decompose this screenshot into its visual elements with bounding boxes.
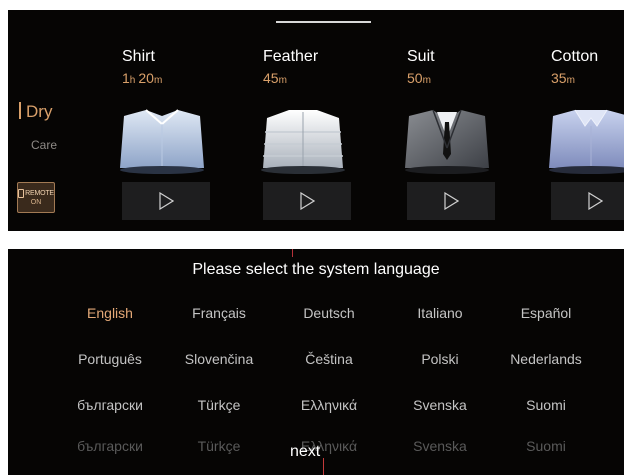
program-time: 45m bbox=[263, 70, 287, 86]
unit-hours: h bbox=[129, 75, 136, 86]
language-option-italiano[interactable]: Italiano bbox=[380, 305, 500, 321]
unit-minutes: m bbox=[153, 75, 163, 86]
program-name: Suit bbox=[407, 48, 435, 65]
program-card-feather[interactable]: Feather 45m bbox=[261, 10, 383, 231]
time-hours: 1 bbox=[122, 70, 130, 86]
play-icon bbox=[300, 192, 315, 210]
program-name: Feather bbox=[263, 48, 319, 65]
folded-shirt-icon bbox=[120, 109, 204, 174]
unit-minutes: m bbox=[422, 75, 431, 86]
nav-item-care[interactable]: Care bbox=[31, 138, 57, 152]
play-icon bbox=[588, 192, 603, 210]
language-option-svenska-faded[interactable]: Svenska bbox=[380, 438, 500, 454]
play-icon bbox=[159, 192, 174, 210]
language-option-turkce[interactable]: Türkçe bbox=[159, 397, 279, 413]
remote-label: REMOTE bbox=[25, 190, 54, 197]
phone-icon bbox=[18, 189, 25, 198]
remote-state: ON bbox=[30, 199, 42, 206]
nav-dry-label: Dry bbox=[26, 102, 53, 121]
language-option-espanol[interactable]: Español bbox=[486, 305, 606, 321]
language-option-suomi[interactable]: Suomi bbox=[486, 397, 606, 413]
language-option-deutsch[interactable]: Deutsch bbox=[269, 305, 389, 321]
next-button[interactable]: next bbox=[290, 443, 320, 461]
language-option-bulgarian-faded[interactable]: български bbox=[50, 438, 170, 454]
folded-suit-icon bbox=[405, 109, 489, 174]
time-minutes: 35 bbox=[551, 70, 567, 86]
program-time: 1h 20m bbox=[122, 70, 162, 86]
folded-blouse-icon bbox=[549, 109, 624, 174]
remote-button[interactable]: REMOTE ON bbox=[17, 182, 55, 213]
language-option-turkce-faded[interactable]: Türkçe bbox=[159, 438, 279, 454]
unit-minutes: m bbox=[566, 75, 575, 86]
program-name: Cotton bbox=[551, 48, 599, 65]
language-option-portugues[interactable]: Português bbox=[50, 351, 170, 367]
nav-item-dry[interactable]: Dry bbox=[19, 102, 52, 122]
active-indicator bbox=[19, 102, 21, 119]
language-option-greek-faded[interactable]: Ελληνικά bbox=[269, 438, 389, 454]
folded-jacket-icon bbox=[261, 110, 345, 174]
language-option-polski[interactable]: Polski bbox=[380, 351, 500, 367]
start-button[interactable] bbox=[407, 182, 495, 220]
program-card-suit[interactable]: Suit 50m bbox=[405, 10, 527, 231]
program-name: Shirt bbox=[122, 48, 155, 65]
decorative-line bbox=[323, 458, 324, 475]
language-option-nederlands[interactable]: Nederlands bbox=[486, 351, 606, 367]
start-button[interactable] bbox=[122, 182, 210, 220]
language-select-panel: Please select the system language Englis… bbox=[8, 249, 624, 475]
language-grid: English Français Deutsch Italiano Españo… bbox=[8, 249, 624, 475]
start-button[interactable] bbox=[551, 182, 624, 220]
language-option-suomi-faded[interactable]: Suomi bbox=[486, 438, 606, 454]
language-option-cestina[interactable]: Čeština bbox=[269, 351, 389, 367]
program-time: 35m bbox=[551, 70, 575, 86]
language-option-bulgarian[interactable]: български bbox=[50, 397, 170, 413]
language-option-francais[interactable]: Français bbox=[159, 305, 279, 321]
dry-program-panel: Dry Care REMOTE ON Shirt 1h 20m Feather … bbox=[8, 10, 624, 231]
play-icon bbox=[444, 192, 459, 210]
language-option-english[interactable]: English bbox=[50, 305, 170, 321]
language-option-svenska[interactable]: Svenska bbox=[380, 397, 500, 413]
language-option-greek[interactable]: Ελληνικά bbox=[269, 397, 389, 413]
unit-minutes: m bbox=[278, 75, 287, 86]
program-card-cotton[interactable]: Cotton 35m bbox=[549, 10, 624, 231]
program-time: 50m bbox=[407, 70, 431, 86]
time-minutes: 50 bbox=[407, 70, 423, 86]
start-button[interactable] bbox=[263, 182, 351, 220]
language-option-slovencina[interactable]: Slovenčina bbox=[159, 351, 279, 367]
time-minutes: 45 bbox=[263, 70, 279, 86]
program-card-shirt[interactable]: Shirt 1h 20m bbox=[120, 10, 242, 231]
time-minutes: 20 bbox=[138, 70, 154, 86]
side-nav: Dry Care REMOTE ON bbox=[8, 10, 108, 231]
